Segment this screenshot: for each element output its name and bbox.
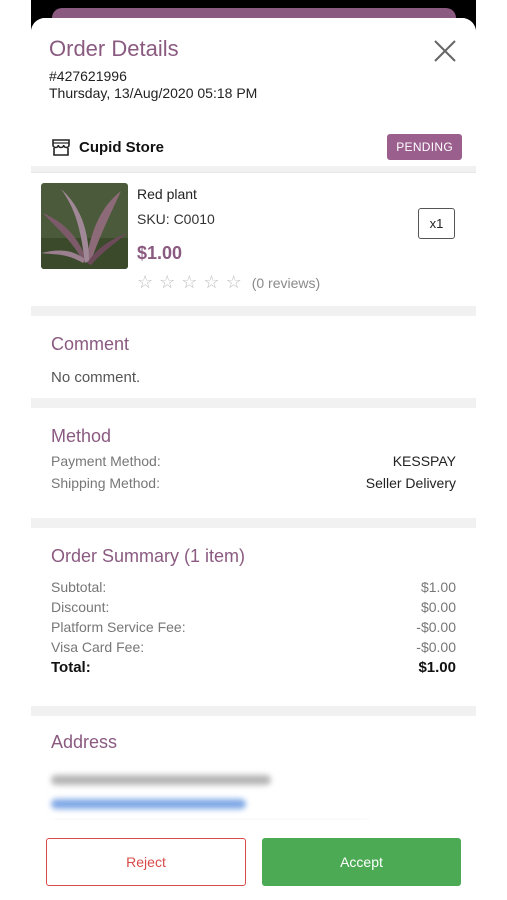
total-value: $1.00: [418, 659, 456, 676]
summary-value: $1.00: [420, 579, 456, 595]
star-icon: ☆: [137, 272, 154, 292]
summary-row-discount: Discount: $0.00: [51, 599, 456, 615]
summary-row-visa-fee: Visa Card Fee: -$0.00: [51, 639, 456, 655]
summary-label: Platform Service Fee:: [51, 619, 186, 635]
payment-method-value: KESSPAY: [392, 453, 456, 469]
action-bar: Reject Accept: [31, 820, 476, 900]
quantity-badge: x1: [418, 208, 455, 239]
address-title: Address: [51, 732, 118, 752]
comment-text: No comment.: [51, 369, 141, 386]
store-row: Cupid Store PENDING: [31, 128, 476, 166]
order-date: Thursday, 13/Aug/2020 05:18 PM: [49, 85, 258, 101]
method-section: Method Payment Method: KESSPAY Shipping …: [31, 408, 476, 518]
summary-label: Discount:: [51, 599, 110, 615]
payment-method-label: Payment Method:: [51, 453, 161, 469]
star-icon: ☆: [225, 272, 242, 292]
redacted-address-line: [51, 799, 246, 809]
summary-row-subtotal: Subtotal: $1.00: [51, 579, 456, 595]
total-label: Total:: [51, 659, 91, 676]
redacted-address-line: [51, 775, 271, 785]
product-name: Red plant: [137, 186, 197, 202]
close-icon: [434, 40, 456, 62]
payment-method-row: Payment Method: KESSPAY: [51, 453, 456, 469]
comment-title: Comment: [51, 334, 130, 354]
summary-title: Order Summary (1 item): [51, 546, 246, 566]
page-title: Order Details: [49, 36, 179, 61]
store-icon: [52, 139, 70, 156]
summary-label: Subtotal:: [51, 579, 107, 595]
summary-value: -$0.00: [416, 639, 456, 655]
shipping-method-row: Shipping Method: Seller Delivery: [51, 475, 456, 491]
product-image: [41, 183, 128, 269]
comment-section: Comment No comment.: [31, 316, 476, 398]
star-icon: ☆: [159, 272, 176, 292]
order-summary-section: Order Summary (1 item) Subtotal: $1.00 D…: [31, 528, 476, 706]
accept-button[interactable]: Accept: [262, 838, 461, 886]
product-sku: SKU: C0010: [137, 211, 215, 227]
status-badge: PENDING: [387, 134, 462, 160]
order-id: #427621996: [49, 68, 127, 84]
summary-label: Visa Card Fee:: [51, 639, 145, 655]
close-button[interactable]: [430, 36, 460, 66]
shipping-method-value: Seller Delivery: [365, 475, 456, 491]
reject-button[interactable]: Reject: [46, 838, 246, 886]
summary-value: $0.00: [420, 599, 456, 615]
summary-row-platform-fee: Platform Service Fee: -$0.00: [51, 619, 456, 635]
star-icon: ☆: [181, 272, 198, 292]
order-details-sheet: Order Details #427621996 Thursday, 13/Au…: [31, 18, 476, 900]
product-price: $1.00: [137, 243, 183, 263]
product-item[interactable]: Red plant SKU: C0010 $1.00 ☆ ☆ ☆ ☆ ☆ (0 …: [31, 172, 476, 306]
summary-value: -$0.00: [416, 619, 456, 635]
order-header: Order Details #427621996 Thursday, 13/Au…: [31, 18, 476, 128]
store-name: Cupid Store: [79, 138, 164, 156]
rating-stars: ☆ ☆ ☆ ☆ ☆ (0 reviews): [137, 272, 320, 293]
summary-row-total: Total: $1.00: [51, 659, 456, 676]
star-icon: ☆: [203, 272, 220, 292]
reviews-count: (0 reviews): [251, 274, 321, 291]
method-title: Method: [51, 426, 112, 446]
shipping-method-label: Shipping Method:: [51, 475, 160, 491]
